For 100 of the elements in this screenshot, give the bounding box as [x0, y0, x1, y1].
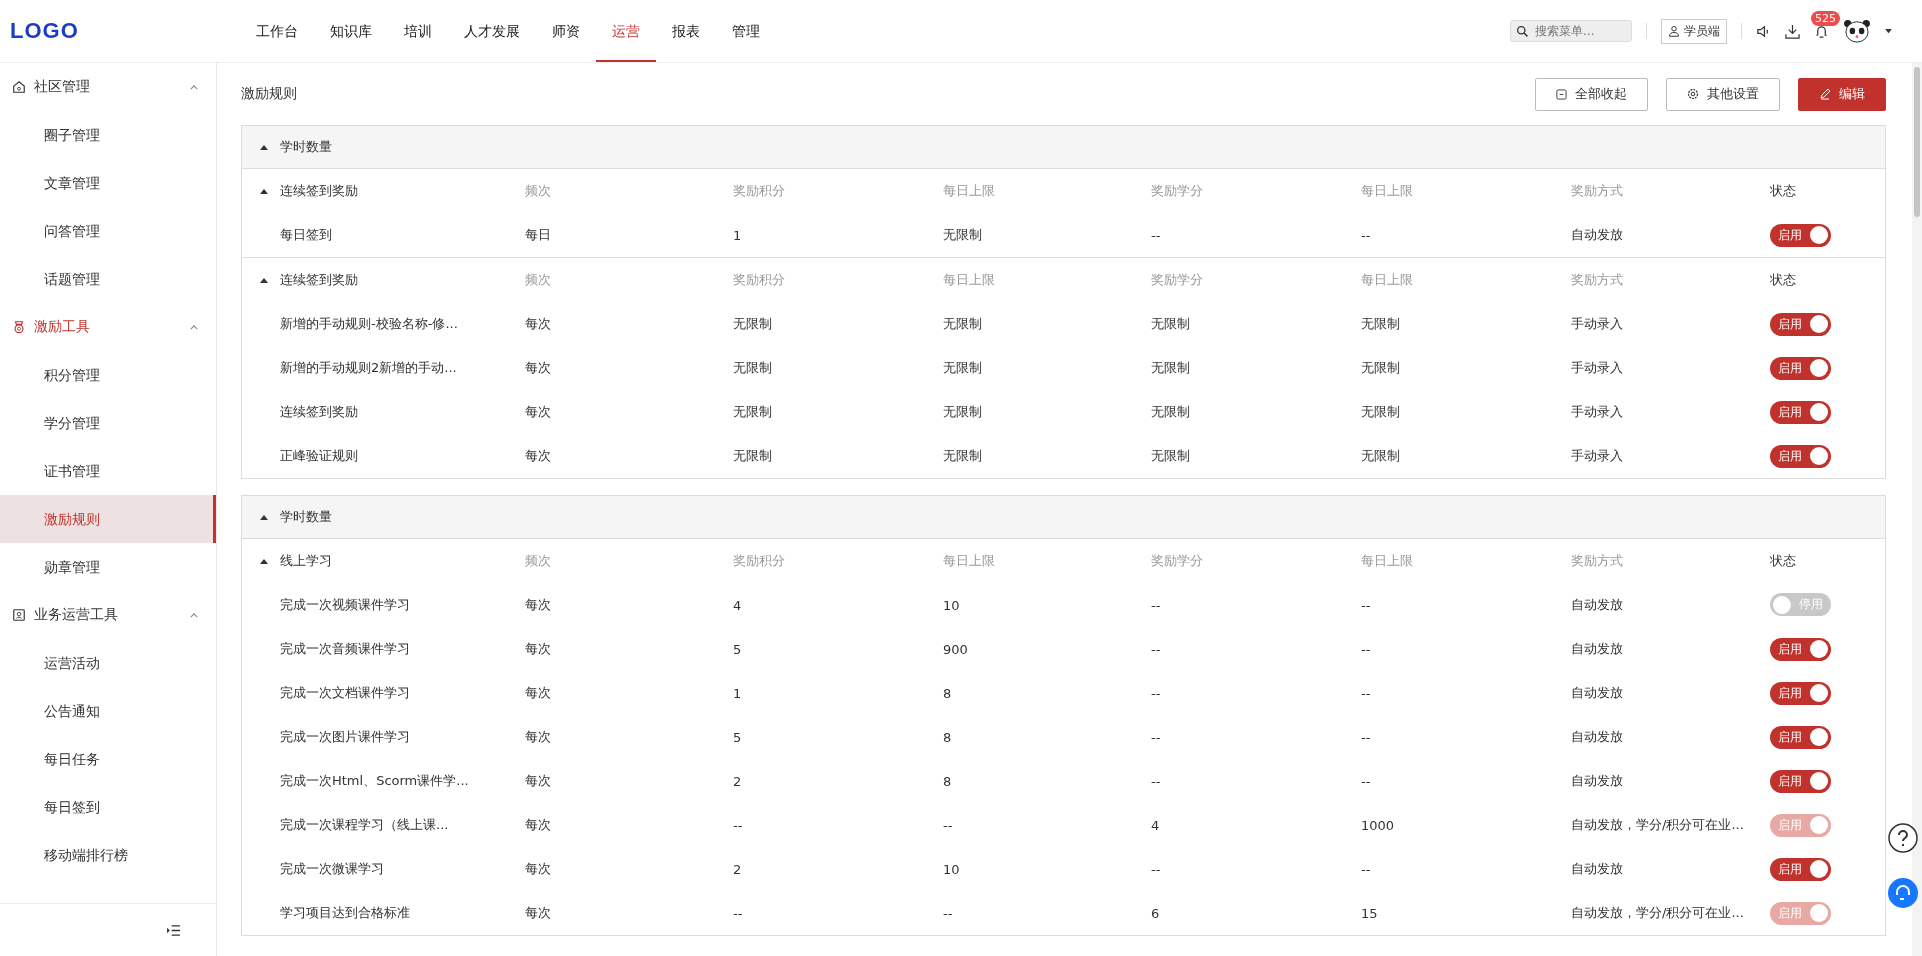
table-cell-text: 每日 [525, 226, 552, 244]
nav-tab[interactable]: 管理 [716, 0, 776, 62]
table-cell-text: 每次 [525, 315, 552, 333]
table-cell-text: 4 [1151, 817, 1161, 833]
sidebar-item[interactable]: 文章管理 [0, 159, 216, 207]
status-toggle[interactable]: 启用 [1770, 857, 1831, 881]
student-portal-button[interactable]: 学员端 [1661, 18, 1727, 44]
status-toggle[interactable]: 启用 [1770, 444, 1831, 468]
table-cell-text: 每次 [525, 403, 552, 421]
table-cell-text: -- [943, 817, 954, 833]
status-toggle[interactable]: 启用 [1770, 356, 1831, 380]
table-cell-text: 无限制 [1361, 359, 1401, 377]
column-header: 频次 [525, 271, 552, 289]
table-cell-text: 完成一次文档课件学习 [279, 684, 411, 702]
column-header: 每日上限 [943, 271, 996, 289]
settings-icon [1687, 88, 1699, 100]
sidebar-item[interactable]: 圈子管理 [0, 111, 216, 159]
sidebar-item[interactable]: 每日任务 [0, 735, 216, 783]
column-header: 线上学习 [280, 552, 332, 570]
logo[interactable]: LOGO [10, 18, 240, 44]
search-field[interactable]: 搜索菜单... [1510, 20, 1632, 42]
status-toggle[interactable]: 启用 [1770, 637, 1831, 661]
sidebar-item[interactable]: 公告通知 [0, 687, 216, 735]
status-toggle[interactable]: 启用 [1770, 400, 1831, 424]
help-icon[interactable] [1888, 823, 1918, 853]
table-cell-text: 手动录入 [1571, 315, 1624, 333]
nav-tab[interactable]: 人才发展 [448, 0, 536, 62]
column-header: 状态 [1770, 552, 1797, 570]
triangle-icon[interactable] [260, 277, 268, 283]
caret-icon[interactable] [1885, 28, 1892, 34]
nav-tab[interactable]: 运营 [596, 2, 656, 62]
settings-button[interactable]: 其他设置 [1666, 77, 1780, 111]
speaker-icon[interactable] [1756, 23, 1771, 39]
table-cell-text: -- [1151, 773, 1162, 789]
column-header: 每日上限 [943, 552, 996, 570]
headset-icon[interactable] [1888, 878, 1918, 908]
table-cell-text: 无限制 [1151, 315, 1191, 333]
column-header: 奖励学分 [1151, 552, 1204, 570]
notification-badge: 525 [1811, 10, 1840, 26]
sidebar-item[interactable]: 话题管理 [0, 255, 216, 303]
sidebar-item[interactable]: 问答管理 [0, 207, 216, 255]
status-toggle[interactable]: 启用 [1770, 312, 1831, 336]
table-cell-text: 每次 [525, 359, 552, 377]
sidebar-item[interactable]: 每日签到 [0, 783, 216, 831]
id-badge-icon [12, 608, 26, 622]
sidebar-item[interactable]: 积分管理 [0, 351, 216, 399]
sidebar-item[interactable]: 勋章管理 [0, 543, 216, 591]
table-cell-text: 每次 [525, 728, 552, 746]
table-cell-text: 1000 [1361, 817, 1396, 833]
sidebar-item[interactable]: 证书管理 [0, 447, 216, 495]
collapse-menu-icon[interactable] [167, 924, 180, 936]
status-toggle[interactable]: 启用 [1770, 223, 1831, 247]
column-header: 奖励积分 [733, 552, 786, 570]
column-header: 奖励方式 [1571, 271, 1624, 289]
section-header[interactable]: 学时数量 [242, 496, 1885, 539]
table-cell-text: 无限制 [1361, 403, 1401, 421]
triangle-icon[interactable] [260, 188, 268, 194]
column-header: 频次 [525, 182, 552, 200]
table-cell-text: 无限制 [943, 447, 983, 465]
status-toggle[interactable]: 启用 [1770, 681, 1831, 705]
nav-tab[interactable]: 师资 [536, 0, 596, 62]
table-cell-text: -- [1151, 861, 1162, 877]
column-header: 奖励方式 [1571, 182, 1624, 200]
nav-tab[interactable]: 工作台 [240, 0, 314, 62]
table-cell-text: 自动发放，学分/积分可在业... [1571, 904, 1745, 922]
table-cell-text: 自动发放 [1571, 226, 1624, 244]
nav-tab[interactable]: 知识库 [314, 0, 388, 62]
table-cell-text: 完成一次课程学习（线上课... [279, 816, 450, 834]
edit-button[interactable]: 编辑 [1798, 77, 1886, 111]
sidebar-item[interactable]: 运营活动 [0, 639, 216, 687]
table-cell-text: 无限制 [943, 403, 983, 421]
table-cell-text: -- [1151, 641, 1162, 657]
table-cell-text: 10 [943, 597, 961, 613]
table-cell-text: 2 [733, 773, 743, 789]
status-toggle[interactable]: 启用 [1770, 769, 1831, 793]
nav-tab[interactable]: 报表 [656, 0, 716, 62]
table-cell-text: 无限制 [943, 226, 983, 244]
sidebar-group[interactable]: 业务运营工具 [0, 591, 216, 639]
sidebar-item[interactable]: 学分管理 [0, 399, 216, 447]
panda-avatar-icon[interactable] [1843, 19, 1871, 43]
pencil-icon [1819, 88, 1831, 100]
table-cell-text: 无限制 [1151, 403, 1191, 421]
sidebar-item[interactable]: 移动端排行榜 [0, 831, 216, 879]
collapse-all-button[interactable]: 全部收起 [1535, 77, 1648, 111]
section-header[interactable]: 学时数量 [242, 126, 1885, 169]
status-toggle[interactable]: 启用 [1770, 725, 1831, 749]
bell-icon[interactable] [1814, 23, 1829, 39]
table-cell-text: 手动录入 [1571, 447, 1624, 465]
table-cell-text: 每次 [525, 860, 552, 878]
nav-tab[interactable]: 培训 [388, 0, 448, 62]
sidebar-item[interactable]: 激励规则 [0, 495, 216, 543]
download-icon[interactable] [1785, 23, 1800, 39]
column-header: 状态 [1770, 182, 1797, 200]
triangle-icon[interactable] [260, 558, 268, 564]
table-cell-text: 无限制 [733, 315, 773, 333]
table-cell-text: 完成一次图片课件学习 [279, 728, 411, 746]
table-cell-text: -- [1361, 861, 1372, 877]
sidebar-group[interactable]: 社区管理 [0, 63, 216, 111]
chevron-icon [190, 612, 198, 618]
sidebar-group[interactable]: 激励工具 [0, 303, 216, 351]
